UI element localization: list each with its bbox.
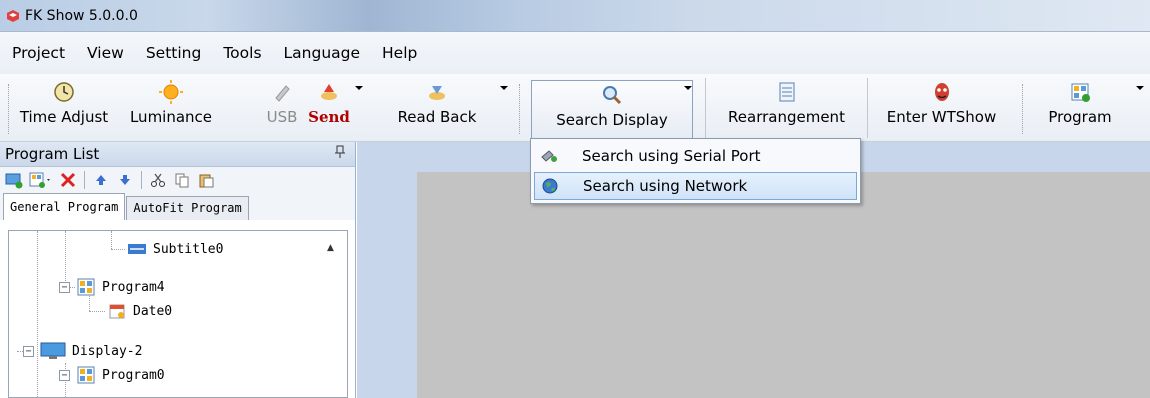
tree-line bbox=[37, 231, 38, 397]
search-network-item[interactable]: Search using Network bbox=[534, 172, 857, 200]
send-label: Send bbox=[308, 108, 350, 126]
pin-icon[interactable] bbox=[335, 145, 345, 163]
move-down-icon[interactable] bbox=[115, 170, 135, 190]
menu-bar: Project View Setting Tools Language Help bbox=[0, 32, 1150, 74]
send-dropdown-arrow-icon[interactable] bbox=[355, 86, 363, 90]
tree-item-label: Program4 bbox=[102, 279, 165, 295]
panel-header: Program List bbox=[0, 142, 355, 167]
search-network-label: Search using Network bbox=[583, 177, 748, 195]
tree-line bbox=[111, 249, 125, 250]
tree-item-label: Display-2 bbox=[72, 343, 143, 359]
app-logo-icon bbox=[7, 9, 19, 22]
search-display-label: Search Display bbox=[556, 111, 668, 129]
cut-icon[interactable] bbox=[148, 170, 168, 190]
paste-icon[interactable] bbox=[196, 170, 216, 190]
rearrange-icon bbox=[779, 82, 794, 102]
panel-toolbar bbox=[0, 167, 355, 192]
display-icon bbox=[40, 342, 66, 359]
collapse-icon[interactable]: − bbox=[59, 281, 70, 293]
toolbar-separator bbox=[1022, 84, 1024, 134]
read-back-dropdown-arrow-icon[interactable] bbox=[500, 86, 508, 90]
tool-separator bbox=[141, 170, 142, 189]
window-title: FK Show 5.0.0.0 bbox=[25, 7, 138, 24]
menu-project[interactable]: Project bbox=[12, 44, 65, 62]
read-back-icon bbox=[429, 86, 445, 100]
tool-separator bbox=[84, 170, 85, 189]
luminance-label: Luminance bbox=[129, 108, 213, 126]
luminance-button[interactable]: Luminance bbox=[126, 78, 216, 138]
search-display-dropdown: Search using Serial Port Search using Ne… bbox=[530, 138, 861, 204]
tab-autofit-program[interactable]: AutoFit Program bbox=[126, 196, 249, 220]
date-icon bbox=[109, 304, 125, 319]
globe-icon bbox=[542, 178, 558, 194]
serial-port-icon bbox=[541, 150, 557, 162]
menu-help[interactable]: Help bbox=[382, 44, 417, 62]
tree-item-label: Program0 bbox=[102, 367, 165, 383]
tab-general-program[interactable]: General Program bbox=[3, 193, 126, 220]
tree-item-label: Date0 bbox=[133, 303, 173, 319]
sun-icon bbox=[159, 80, 183, 104]
enter-wtshow-button[interactable]: Enter WTShow bbox=[867, 78, 1015, 138]
send-icon bbox=[321, 84, 337, 100]
tree-item-display-2[interactable]: − Display-2 bbox=[23, 339, 142, 363]
scroll-up-icon[interactable]: ▲ bbox=[327, 243, 337, 253]
program-button[interactable]: Program bbox=[1030, 78, 1130, 138]
panel-tabs: General Program AutoFit Program bbox=[0, 192, 355, 220]
tree-item-program0[interactable]: − Program0 bbox=[59, 363, 165, 387]
subtitle-icon bbox=[128, 244, 146, 254]
tree-line bbox=[89, 311, 105, 312]
program-icon bbox=[77, 366, 95, 384]
search-display-button[interactable]: Search Display bbox=[531, 80, 693, 140]
add-program-icon[interactable] bbox=[28, 170, 54, 190]
delete-icon[interactable] bbox=[58, 170, 78, 190]
collapse-icon[interactable]: − bbox=[23, 345, 34, 357]
tree-item-program4[interactable]: − Program4 bbox=[59, 275, 165, 299]
program-icon bbox=[77, 278, 95, 296]
enter-wtshow-label: Enter WTShow bbox=[886, 108, 997, 126]
read-back-button[interactable]: Read Back bbox=[388, 78, 486, 138]
title-bar: FK Show 5.0.0.0 bbox=[0, 0, 1150, 32]
time-adjust-button[interactable]: Time Adjust bbox=[4, 78, 124, 138]
tree-item-date0[interactable]: Date0 bbox=[107, 299, 172, 323]
tree-item-subtitle0[interactable]: Subtitle0 bbox=[127, 237, 223, 261]
usb-label: USB bbox=[266, 108, 298, 126]
search-dropdown-arrow-icon[interactable] bbox=[684, 86, 692, 90]
move-up-icon[interactable] bbox=[91, 170, 111, 190]
read-back-label: Read Back bbox=[397, 108, 477, 126]
program-tree[interactable]: Subtitle0 ▲ − Program4 Date0 − Display-2… bbox=[8, 230, 348, 398]
usb-button[interactable]: USB bbox=[264, 78, 300, 138]
add-display-icon[interactable] bbox=[4, 170, 24, 190]
magnifier-icon bbox=[603, 86, 622, 105]
panel-title: Program List bbox=[5, 145, 100, 163]
time-adjust-label: Time Adjust bbox=[19, 108, 109, 126]
tree-line bbox=[111, 231, 112, 249]
program-add-icon bbox=[1071, 83, 1090, 102]
program-list-panel: Program List General Program AutoFit Pro… bbox=[0, 142, 356, 398]
display-canvas[interactable] bbox=[417, 172, 1150, 398]
menu-tools[interactable]: Tools bbox=[223, 44, 261, 62]
search-serial-port-label: Search using Serial Port bbox=[582, 147, 761, 165]
menu-view[interactable]: View bbox=[87, 44, 124, 62]
toolbar: Time Adjust Luminance USB Send Read Back… bbox=[0, 74, 1150, 142]
usb-icon bbox=[275, 85, 290, 102]
program-label: Program bbox=[1048, 108, 1112, 126]
search-serial-port-item[interactable]: Search using Serial Port bbox=[534, 142, 857, 170]
copy-icon[interactable] bbox=[172, 170, 192, 190]
tree-item-label: Subtitle0 bbox=[153, 241, 224, 257]
rearrangement-label: Rearrangement bbox=[728, 108, 845, 126]
wtshow-mask-icon bbox=[934, 83, 949, 101]
collapse-icon[interactable]: − bbox=[59, 369, 70, 381]
clock-icon bbox=[54, 82, 74, 102]
toolbar-separator bbox=[519, 84, 521, 134]
rearrangement-button[interactable]: Rearrangement bbox=[705, 78, 867, 138]
send-button[interactable]: Send bbox=[306, 78, 352, 138]
program-dropdown-arrow-icon[interactable] bbox=[1136, 86, 1144, 90]
menu-language[interactable]: Language bbox=[284, 44, 361, 62]
menu-setting[interactable]: Setting bbox=[146, 44, 202, 62]
